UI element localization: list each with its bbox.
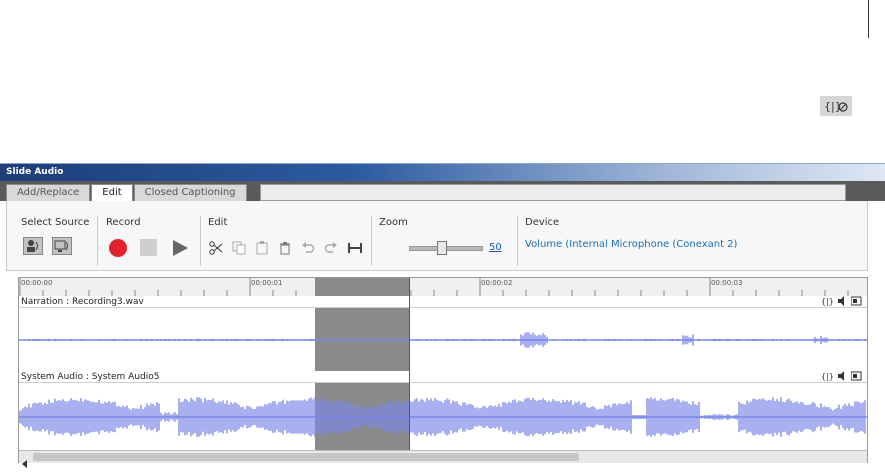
top-divider — [868, 0, 869, 38]
audio-options-icon[interactable]: {|} — [821, 371, 834, 383]
scroll-left-icon[interactable] — [21, 453, 29, 472]
audio-timeline: 00:00:00 00:00:01 00:00:02 00:00:03 Narr… — [18, 277, 868, 468]
ribbon-separator — [517, 216, 518, 266]
mute-icon[interactable] — [837, 296, 847, 308]
paste-icon[interactable] — [255, 241, 269, 255]
copy-icon[interactable] — [232, 241, 246, 255]
track-header-narration: Narration : Recording3.wav {|} — [19, 296, 867, 308]
redo-icon[interactable] — [324, 241, 338, 255]
tab-strip-fill — [260, 184, 846, 201]
track-label: System Audio : System Audio5 — [21, 372, 160, 382]
play-icon[interactable] — [171, 239, 189, 261]
tick-label: 00:00:01 — [251, 279, 283, 287]
device-name[interactable]: Volume (Internal Microphone (Conexant 2) — [525, 239, 737, 250]
volume-icon[interactable] — [850, 296, 863, 308]
tab-edit[interactable]: Edit — [91, 184, 133, 202]
tab-strip: Add/Replace Edit Closed Captioning — [0, 181, 885, 202]
tab-closed-captioning[interactable]: Closed Captioning — [133, 184, 247, 201]
undo-icon[interactable] — [301, 241, 315, 255]
playhead[interactable] — [409, 278, 410, 450]
tick-label: 00:00:03 — [711, 279, 743, 287]
scroll-thumb[interactable] — [33, 453, 579, 461]
tick-label: 00:00:02 — [481, 279, 513, 287]
track-controls: {|} — [821, 296, 863, 308]
timeline-ruler: 00:00:00 00:00:01 00:00:02 00:00:03 — [19, 278, 867, 297]
cut-icon[interactable] — [209, 241, 223, 255]
delete-icon[interactable] — [278, 241, 292, 255]
system-audio-waveform[interactable] — [19, 384, 867, 450]
edit-ribbon: Select Source Record Edit Zoom 50 Device… — [6, 201, 868, 271]
tick-label: 00:00:00 — [21, 279, 53, 287]
insert-silence-icon[interactable] — [347, 241, 363, 255]
track-header-system-audio: System Audio : System Audio5 {|} — [19, 371, 867, 383]
record-icon[interactable] — [109, 239, 127, 257]
ribbon-separator — [200, 216, 201, 266]
audio-options-icon[interactable]: {|} — [821, 296, 834, 308]
svg-text:{|}: {|} — [821, 372, 833, 381]
zoom-value[interactable]: 50 — [489, 242, 502, 253]
narration-waveform[interactable] — [19, 309, 867, 371]
tab-add-replace[interactable]: Add/Replace — [6, 184, 91, 201]
audio-options-icon[interactable]: {|} — [820, 96, 852, 116]
slide-audio-panel: Slide Audio Add/Replace Edit Closed Capt… — [0, 163, 885, 468]
microphone-source-icon[interactable] — [23, 237, 43, 255]
stop-icon[interactable] — [140, 239, 157, 256]
ribbon-separator — [371, 216, 372, 266]
device-label: Device — [525, 217, 560, 228]
track-controls: {|} — [821, 371, 863, 383]
zoom-slider-thumb[interactable] — [437, 241, 448, 255]
edit-label: Edit — [208, 217, 228, 228]
system-audio-source-icon[interactable] — [52, 237, 72, 255]
mute-icon[interactable] — [837, 371, 847, 383]
record-label: Record — [106, 217, 141, 228]
ribbon-separator — [97, 216, 98, 266]
tab-list: Add/Replace Edit Closed Captioning — [6, 184, 248, 202]
volume-icon[interactable] — [850, 371, 863, 383]
horizontal-scrollbar[interactable] — [19, 450, 867, 468]
svg-text:{|}: {|} — [821, 297, 833, 306]
panel-title: Slide Audio — [0, 164, 885, 181]
zoom-label: Zoom — [379, 217, 408, 228]
select-source-label: Select Source — [21, 217, 90, 228]
track-label: Narration : Recording3.wav — [21, 297, 144, 307]
